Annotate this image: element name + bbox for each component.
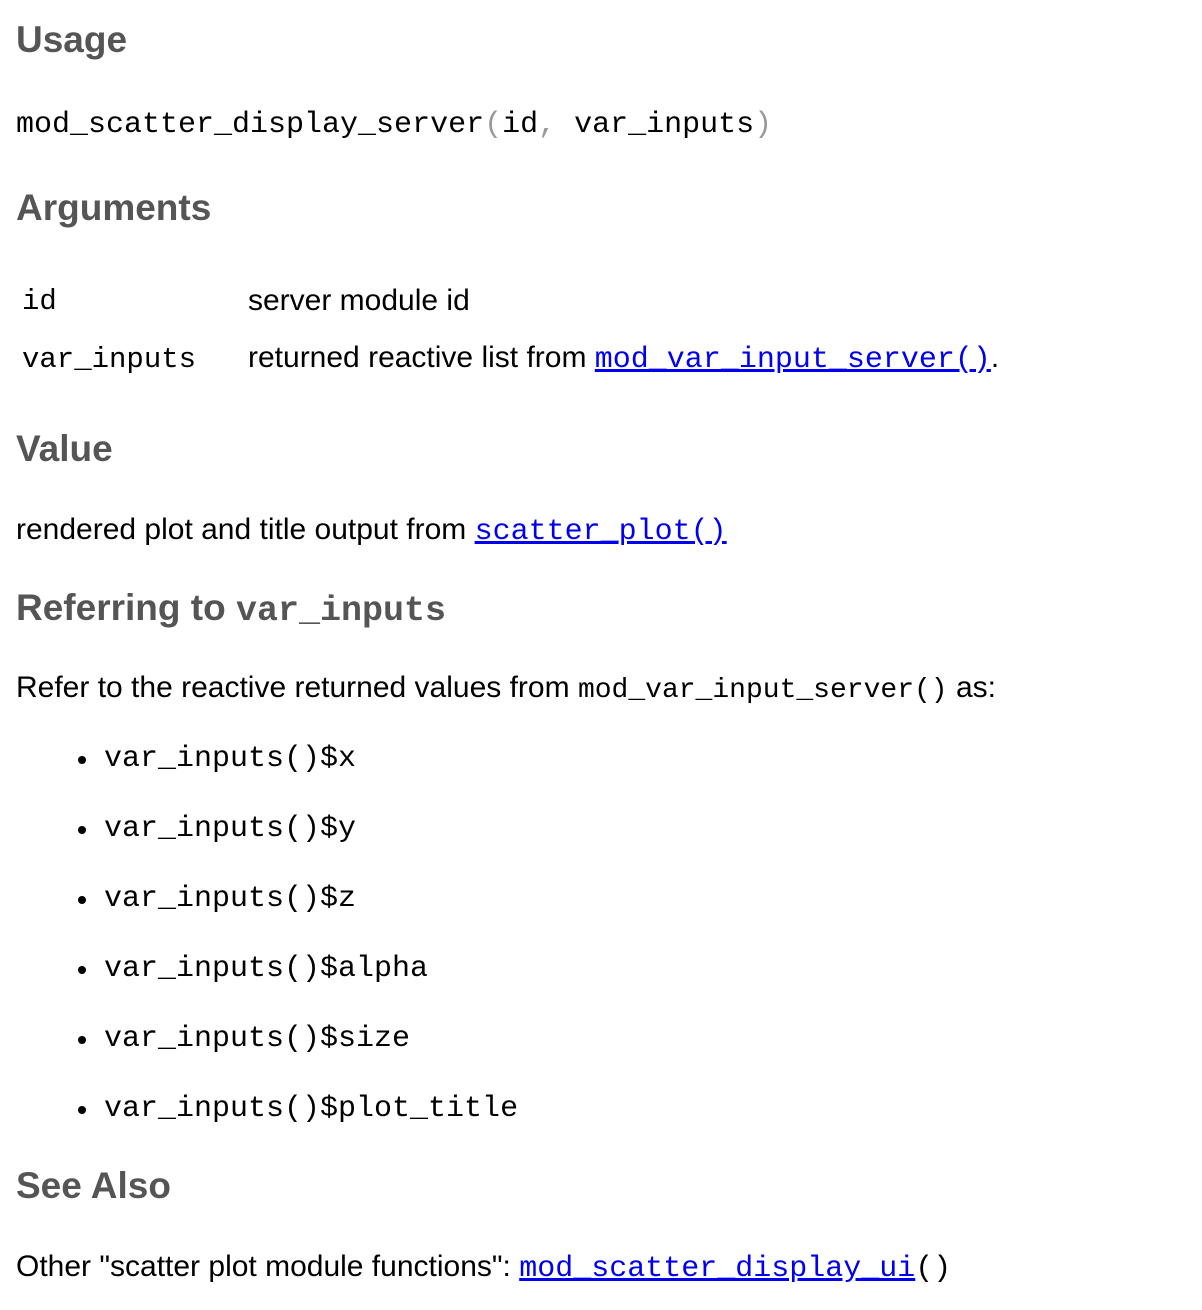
bullet-icon bbox=[78, 966, 86, 974]
see-also-suffix: () bbox=[915, 1252, 952, 1286]
var-inputs-list: var_inputs()$x var_inputs()$y var_inputs… bbox=[16, 738, 518, 1158]
list-item: var_inputs()$plot_title bbox=[16, 1088, 518, 1158]
argument-description: returned reactive list from mod_var_inpu… bbox=[248, 330, 999, 388]
referring-intro-before: Refer to the reactive returned values fr… bbox=[16, 671, 578, 704]
list-item-code: var_inputs()$x bbox=[104, 742, 357, 776]
bullet-icon bbox=[78, 1036, 86, 1044]
see-also-description: Other "scatter plot module functions": bbox=[16, 1250, 520, 1283]
referring-intro-code: mod_var_input_server() bbox=[577, 675, 948, 706]
mod-scatter-display-ui-link[interactable]: mod_scatter_display_ui bbox=[519, 1252, 915, 1286]
referring-heading: Referring to var_inputs bbox=[16, 586, 446, 632]
usage-open-paren: ( bbox=[484, 108, 503, 142]
argument-name: var_inputs bbox=[22, 342, 197, 376]
usage-comma: , bbox=[538, 108, 557, 142]
referring-intro-after: as: bbox=[947, 671, 996, 704]
arguments-heading: Arguments bbox=[16, 187, 212, 228]
list-item: var_inputs()$z bbox=[16, 878, 518, 948]
arguments-table: id server module id var_inputs returned … bbox=[16, 272, 999, 388]
list-item: var_inputs()$size bbox=[16, 1018, 518, 1088]
usage-heading: Usage bbox=[16, 19, 128, 60]
list-item-code: var_inputs()$z bbox=[104, 882, 357, 916]
list-item-code: var_inputs()$y bbox=[104, 812, 357, 846]
argument-row: var_inputs returned reactive list from m… bbox=[16, 330, 999, 388]
usage-close-paren: ) bbox=[754, 108, 773, 142]
referring-heading-code: var_inputs bbox=[235, 591, 447, 631]
value-heading: Value bbox=[16, 428, 113, 469]
bullet-icon bbox=[78, 756, 86, 764]
referring-heading-text: Referring to bbox=[16, 587, 236, 628]
argument-description-text: server module id bbox=[248, 284, 470, 317]
argument-description: server module id bbox=[248, 272, 999, 330]
list-item-code: var_inputs()$size bbox=[104, 1022, 411, 1056]
list-item: var_inputs()$alpha bbox=[16, 948, 518, 1018]
mod-var-input-server-link[interactable]: mod_var_input_server() bbox=[595, 343, 991, 377]
usage-arg-var-inputs: var_inputs bbox=[574, 108, 755, 142]
list-item-code: var_inputs()$plot_title bbox=[104, 1092, 519, 1126]
bullet-icon bbox=[78, 826, 86, 834]
see-also-heading: See Also bbox=[16, 1165, 171, 1206]
see-also-text: Other "scatter plot module functions": m… bbox=[16, 1247, 951, 1289]
argument-row: id server module id bbox=[16, 272, 999, 330]
scatter-plot-link[interactable]: scatter_plot() bbox=[475, 515, 727, 549]
usage-arg-id: id bbox=[502, 108, 539, 142]
value-text: rendered plot and title output from scat… bbox=[16, 510, 727, 552]
usage-signature: mod_scatter_display_server(id, var_input… bbox=[16, 108, 772, 142]
referring-intro: Refer to the reactive returned values fr… bbox=[16, 668, 996, 709]
list-item: var_inputs()$x bbox=[16, 738, 518, 808]
value-description: rendered plot and title output from bbox=[16, 513, 475, 546]
argument-name: id bbox=[22, 284, 57, 318]
list-item-code: var_inputs()$alpha bbox=[104, 952, 429, 986]
list-item: var_inputs()$y bbox=[16, 808, 518, 878]
bullet-icon bbox=[78, 1106, 86, 1114]
usage-function-name: mod_scatter_display_server bbox=[16, 108, 485, 142]
argument-description-text: returned reactive list from bbox=[248, 341, 595, 374]
bullet-icon bbox=[78, 896, 86, 904]
argument-description-suffix: . bbox=[990, 341, 1000, 374]
